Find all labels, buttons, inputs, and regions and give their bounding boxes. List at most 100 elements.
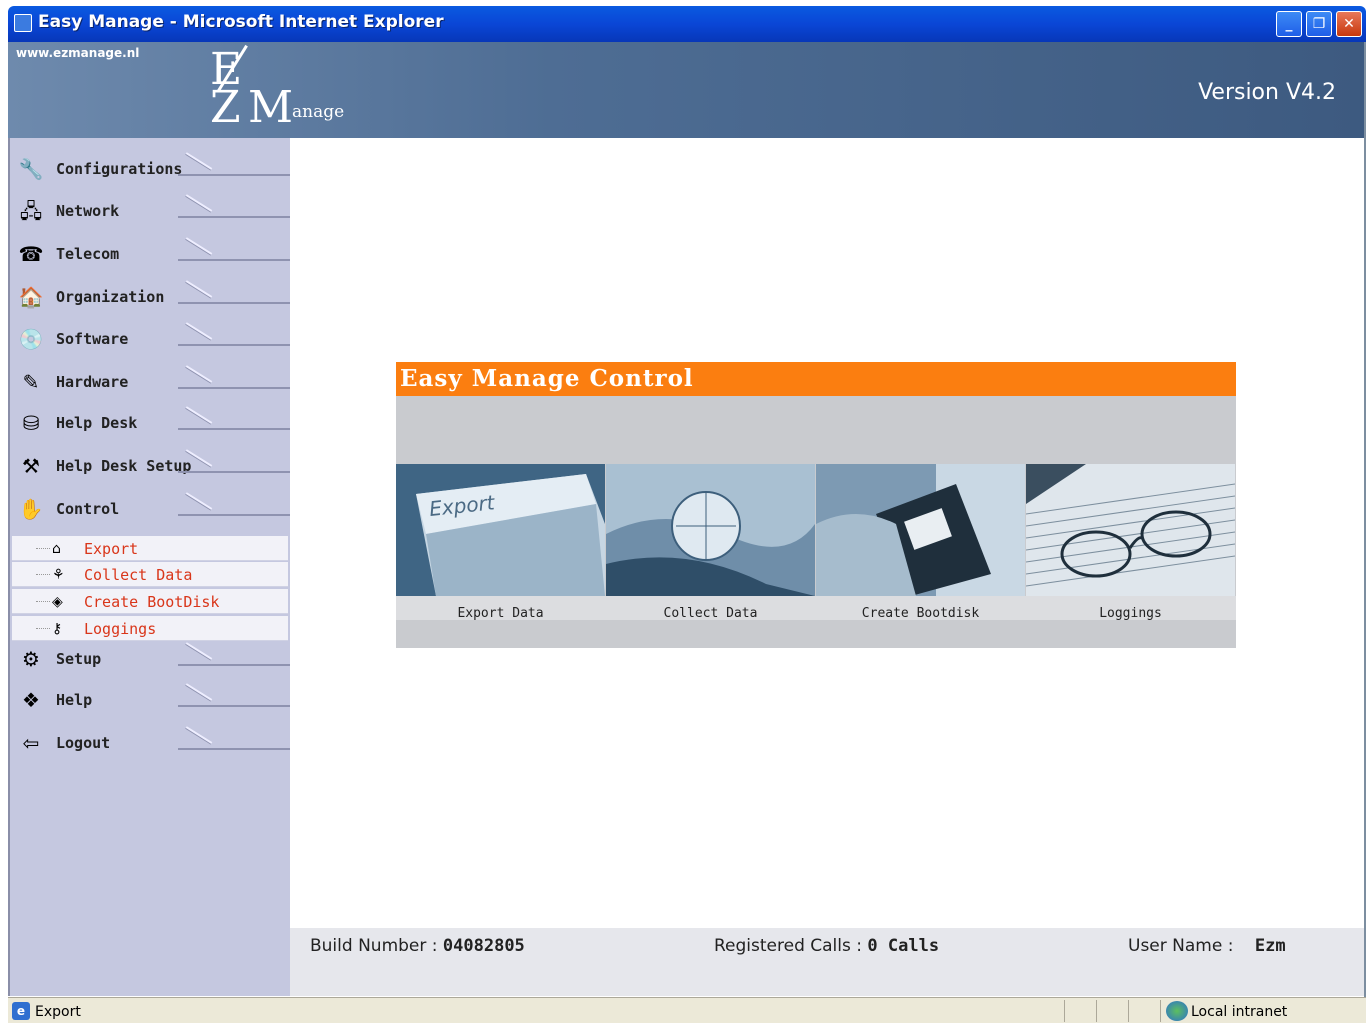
sidebar-item-label: Software [56,330,129,348]
tree-connector [36,601,50,602]
sidebar-item-label: Help [56,691,93,709]
tab-decoration [178,404,290,430]
submenu-item-create-bootdisk[interactable]: ◈ Create BootDisk [12,589,288,614]
control-panel: Easy Manage Control Export Export Data C… [396,362,1236,648]
submenu-item-label: Export [84,540,139,558]
site-url: www.ezmanage.nl [16,46,140,60]
loggings-image [1026,464,1235,596]
sidebar-item-organization[interactable]: 🏠 Organization [10,278,292,318]
ezmanage-logo: E Z M anage [208,44,348,136]
sidebar-item-label: Control [56,500,120,518]
sidebar-item-help[interactable]: ❖ Help [10,681,292,721]
create-bootdisk-label[interactable]: Create Bootdisk [816,606,1025,621]
sidebar-item-setup[interactable]: ⚙ Setup [10,640,292,680]
status-text: Export [35,1004,81,1020]
tab-decoration [178,640,290,666]
registered-calls-value: 0 Calls [867,936,940,956]
logo-letter-m: M [248,82,294,133]
software-icon: 💿 [18,327,44,351]
version-label: Version V4.2 [1198,80,1336,105]
tab-decoration [178,490,290,516]
submenu-item-export[interactable]: ⌂ Export [12,536,288,561]
create-bootdisk-tile[interactable] [816,464,1025,596]
main-content: Easy Manage Control Export Export Data C… [290,138,1364,928]
status-divider [1064,1000,1065,1022]
build-number-label: Build Number : [310,936,438,956]
tab-decoration [178,681,290,707]
collect-data-tile[interactable] [606,464,815,596]
tab-decoration [178,320,290,346]
sidebar-item-label: Logout [56,734,111,752]
network-icon: 🖧 [19,199,43,223]
logo-letter-z: Z [210,82,241,133]
panel-footer-strip [396,620,1236,648]
export-image: Export [396,464,605,596]
tree-connector [36,574,50,575]
logout-icon: ⇦ [22,731,40,755]
sidebar: 🔧 Configurations 🖧 Network ☎ Telecom 🏠 O… [8,138,290,996]
setup-icon: ⚙ [22,647,40,671]
configurations-icon: 🔧 [18,157,44,181]
loggings-icon: ⚷ [52,621,63,637]
help-desk-setup-icon: ⚒ [22,454,40,478]
sidebar-item-help-desk[interactable]: ⛁ Help Desk [10,404,292,444]
control-submenu: ⌂ Export ⚘ Collect Data ◈ Create BootDis… [12,536,288,642]
export-data-tile[interactable]: Export [396,464,605,596]
window-title: Easy Manage - Microsoft Internet Explore… [38,12,444,32]
sidebar-item-label: Network [56,202,120,220]
build-number-value: 04082805 [442,936,525,956]
status-divider [1160,1000,1161,1022]
sidebar-item-control[interactable]: ✋ Control [10,490,292,530]
minimize-button[interactable]: _ [1276,11,1302,37]
sidebar-item-network[interactable]: 🖧 Network [10,192,292,232]
telecom-icon: ☎ [18,242,44,266]
collect-data-icon: ⚘ [52,567,65,583]
tab-decoration [178,278,290,304]
user-name-label: User Name : [1128,936,1234,956]
page-icon: e [12,1002,30,1020]
security-zone-text: Local intranet [1191,1004,1288,1020]
sidebar-item-software[interactable]: 💿 Software [10,320,292,360]
sidebar-item-label: Help Desk Setup [56,457,192,475]
panel-header: Easy Manage Control [396,362,1236,396]
export-icon: ⌂ [52,541,61,557]
restore-button[interactable]: ❐ [1306,11,1332,37]
tab-decoration [178,150,290,176]
user-name: User Name : Ezm [1128,936,1286,956]
loggings-tile[interactable] [1026,464,1235,596]
sidebar-item-label: Setup [56,650,102,668]
collect-image [606,464,815,596]
sidebar-item-help-desk-setup[interactable]: ⚒ Help Desk Setup [10,447,292,487]
registered-calls-label: Registered Calls : [714,936,862,956]
export-data-label[interactable]: Export Data [396,606,605,621]
submenu-item-label: Create BootDisk [84,593,220,611]
tree-connector [36,628,50,629]
sidebar-item-configurations[interactable]: 🔧 Configurations [10,150,292,190]
window-right-border [1364,42,1372,997]
sidebar-item-hardware[interactable]: ✎ Hardware [10,363,292,403]
build-number: Build Number : 04082805 [310,936,525,956]
status-divider [1096,1000,1097,1022]
sidebar-item-telecom[interactable]: ☎ Telecom [10,235,292,275]
close-button[interactable]: ✕ [1336,11,1362,37]
loggings-label[interactable]: Loggings [1026,606,1235,621]
collect-data-label[interactable]: Collect Data [606,606,815,621]
sidebar-item-logout[interactable]: ⇦ Logout [10,724,292,764]
submenu-item-collect-data[interactable]: ⚘ Collect Data [12,562,288,587]
submenu-item-label: Loggings [84,620,157,638]
registered-calls: Registered Calls : 0 Calls [714,936,939,956]
help-icon: ❖ [22,688,40,712]
sidebar-item-label: Organization [56,288,165,306]
submenu-item-loggings[interactable]: ⚷ Loggings [12,616,288,641]
sidebar-item-label: Hardware [56,373,129,391]
tab-decoration [178,192,290,218]
user-name-value: Ezm [1254,936,1286,956]
logo-anage: anage [292,102,345,122]
create-bootdisk-icon: ◈ [52,594,63,610]
control-icon: ✋ [18,497,44,521]
tab-decoration [178,363,290,389]
status-divider [1128,1000,1129,1022]
tab-decoration [178,235,290,261]
bootdisk-image [816,464,1025,596]
title-bar: Easy Manage - Microsoft Internet Explore… [8,6,1366,42]
